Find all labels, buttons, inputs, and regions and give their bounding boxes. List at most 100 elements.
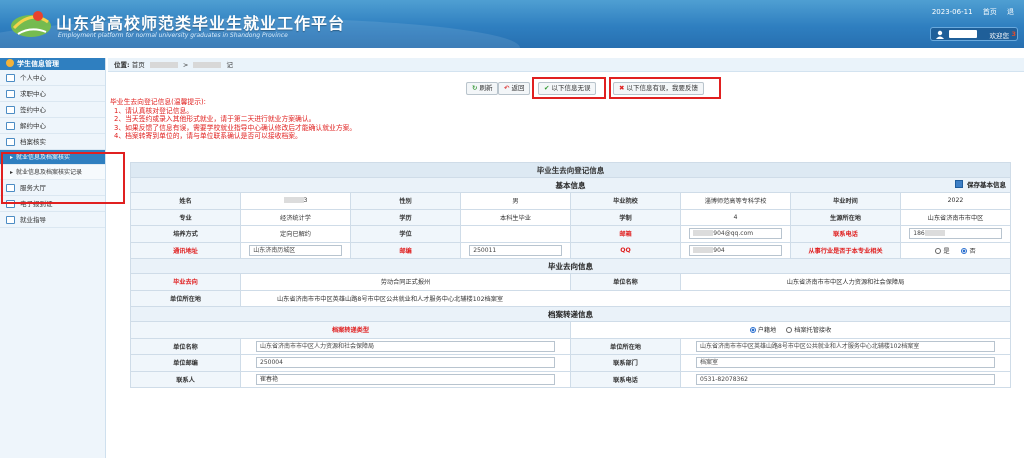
value-archive-type: 户籍地 档案托管接收 xyxy=(570,321,1011,339)
breadcrumb: 位置: 首页 > 记 xyxy=(108,58,1024,72)
label-archive-tel: 联系电话 xyxy=(570,370,681,388)
archive-loc-input[interactable]: 山东省济南市市中区英雄山路8号市中区公共就业和人才服务中心北辅楼102档案室 xyxy=(696,340,995,352)
label-origin: 生源所在地 xyxy=(790,208,901,226)
label-duration: 学制 xyxy=(570,208,681,226)
edit-icon xyxy=(6,106,15,114)
related-no-radio[interactable] xyxy=(961,247,968,254)
label-archive-dept: 联系部门 xyxy=(570,354,681,372)
phone-input[interactable]: 186 xyxy=(909,228,1002,240)
confirm-highlight-box xyxy=(532,77,606,99)
value-school: 淄博师范高等专科学校 xyxy=(680,192,791,210)
label-archive-loc: 单位所在地 xyxy=(570,337,681,355)
value-archive-tel: 0531-82078362 xyxy=(680,370,1011,388)
guide-icon xyxy=(6,216,15,224)
breadcrumb-last: 记 xyxy=(226,61,233,69)
logout-link[interactable]: 退 xyxy=(1007,8,1014,16)
email-input[interactable]: 904@qq.com xyxy=(689,228,782,240)
value-zip: 250011 xyxy=(460,241,571,259)
value-dest-loc: 山东省济南市市中区英雄山路8号市中区公共就业和人才服务中心北辅楼102档案室 xyxy=(240,289,1011,307)
related-yes-radio[interactable] xyxy=(935,247,942,254)
notification-count[interactable]: 3 xyxy=(1011,30,1016,38)
archive-household-radio[interactable] xyxy=(749,327,756,334)
sidebar-item-job[interactable]: 求职中心 xyxy=(0,86,105,102)
label-address: 通讯地址 xyxy=(130,241,241,259)
value-gender: 男 xyxy=(460,192,571,210)
breadcrumb-sep: > xyxy=(182,61,189,69)
label-train-mode: 培养方式 xyxy=(130,225,241,243)
value-email: 904@qq.com xyxy=(680,225,791,243)
value-address: 山东济南历城区 xyxy=(240,241,351,259)
back-icon: ↶ xyxy=(504,84,510,92)
save-basic-button[interactable]: 保存基本信息 xyxy=(955,179,1006,189)
archive-unit-input[interactable]: 山东省济南市市中区人力资源和社会保障局 xyxy=(256,340,555,352)
label-school: 毕业院校 xyxy=(570,192,681,210)
archive-dept-input[interactable]: 档案室 xyxy=(696,357,995,369)
notice-title: 毕业生去向登记信息(温馨提示): xyxy=(110,98,206,106)
value-name: 3 xyxy=(240,192,351,210)
briefcase-icon xyxy=(6,90,15,98)
document-icon xyxy=(6,122,15,130)
value-archive-dept: 档案室 xyxy=(680,354,1011,372)
value-archive-contact: 崔春艳 xyxy=(240,370,571,388)
archive-zip-input[interactable]: 250004 xyxy=(256,357,555,369)
value-phone: 186 xyxy=(900,225,1011,243)
person-icon xyxy=(6,74,15,82)
label-archive-type: 档案转递类型 xyxy=(130,321,571,339)
archive-section-title: 档案转递信息 xyxy=(130,306,1011,322)
breadcrumb-masked xyxy=(149,62,178,68)
sidebar-item-personal[interactable]: 个人中心 xyxy=(0,70,105,86)
username-masked xyxy=(949,30,977,38)
sidebar-item-guide[interactable]: 就业指导 xyxy=(0,212,105,228)
welcome-text: 欢迎您 xyxy=(989,32,1010,40)
module-icon xyxy=(6,59,14,67)
label-related: 从事行业是否于本专业相关 xyxy=(790,241,901,259)
label-degree: 学位 xyxy=(350,225,461,243)
value-train-mode: 定向已解约 xyxy=(240,225,351,243)
archive-contact-input[interactable]: 崔春艳 xyxy=(256,373,555,385)
back-button[interactable]: ↶ 返回 xyxy=(498,82,531,95)
archive-custody-radio[interactable] xyxy=(786,327,793,334)
label-name: 姓名 xyxy=(130,192,241,210)
value-edu: 本科生毕业 xyxy=(460,208,571,226)
user-box[interactable]: 欢迎您 3 xyxy=(930,27,1018,41)
notice-panel: 毕业生去向登记信息(温馨提示): 1、请认真核对登记信息。 2、当天签约或录入其… xyxy=(110,98,356,141)
notice-line-2: 2、当天签约或录入其他形式就业，请于第二天进行就业方案确认。 xyxy=(114,115,316,124)
qq-input[interactable]: 904 xyxy=(689,244,782,256)
site-subtitle: Employment platform for normal universit… xyxy=(58,32,288,39)
value-major: 经济统计学 xyxy=(240,208,351,226)
registration-form: 毕业生去向登记信息 基本信息 保存基本信息 姓名 3 性别 男 毕业院校 淄博师… xyxy=(130,162,1011,388)
sidebar-item-sign[interactable]: 签约中心 xyxy=(0,102,105,118)
value-duration: 4 xyxy=(680,208,791,226)
refresh-icon: ↻ xyxy=(472,84,478,92)
value-degree xyxy=(460,225,571,243)
zip-input[interactable]: 250011 xyxy=(469,244,562,256)
folder-icon xyxy=(6,138,15,146)
value-qq: 904 xyxy=(680,241,791,259)
value-dest: 劳动合同正式报州 xyxy=(240,273,571,291)
notice-line-4: 4、档案转寄到单位的，请与单位联系确认是否可以接收档案。 xyxy=(114,132,302,141)
label-dest: 毕业去向 xyxy=(130,273,241,291)
sidebar-item-archive[interactable]: 档案核实 xyxy=(0,134,105,150)
label-dest-unit: 单位名称 xyxy=(570,273,681,291)
sidebar: 学生信息管理 个人中心 求职中心 签约中心 解约中心 档案核实 就业信息及档案核… xyxy=(0,58,106,458)
label-phone: 联系电话 xyxy=(790,225,901,243)
archive-tel-input[interactable]: 0531-82078362 xyxy=(696,373,995,385)
breadcrumb-masked-2 xyxy=(193,62,222,68)
refresh-button[interactable]: ↻ 刷新 xyxy=(466,82,499,95)
save-icon xyxy=(955,180,963,188)
form-title: 毕业生去向登记信息 xyxy=(130,162,1011,178)
label-zip: 邮编 xyxy=(350,241,461,259)
breadcrumb-home[interactable]: 首页 xyxy=(132,61,145,69)
label-archive-unit: 单位名称 xyxy=(130,337,241,355)
label-dest-loc: 单位所在地 xyxy=(130,289,241,307)
breadcrumb-label: 位置: xyxy=(114,61,130,69)
sidebar-header[interactable]: 学生信息管理 xyxy=(0,58,105,70)
sidebar-item-cancel[interactable]: 解约中心 xyxy=(0,118,105,134)
label-gender: 性别 xyxy=(350,192,461,210)
label-archive-contact: 联系人 xyxy=(130,370,241,388)
dest-section-title: 毕业去向信息 xyxy=(130,258,1011,274)
sidebar-highlight-box xyxy=(1,152,125,204)
home-link[interactable]: 首页 xyxy=(983,8,997,16)
value-archive-loc: 山东省济南市市中区英雄山路8号市中区公共就业和人才服务中心北辅楼102档案室 xyxy=(680,337,1011,355)
address-input[interactable]: 山东济南历城区 xyxy=(249,244,342,256)
